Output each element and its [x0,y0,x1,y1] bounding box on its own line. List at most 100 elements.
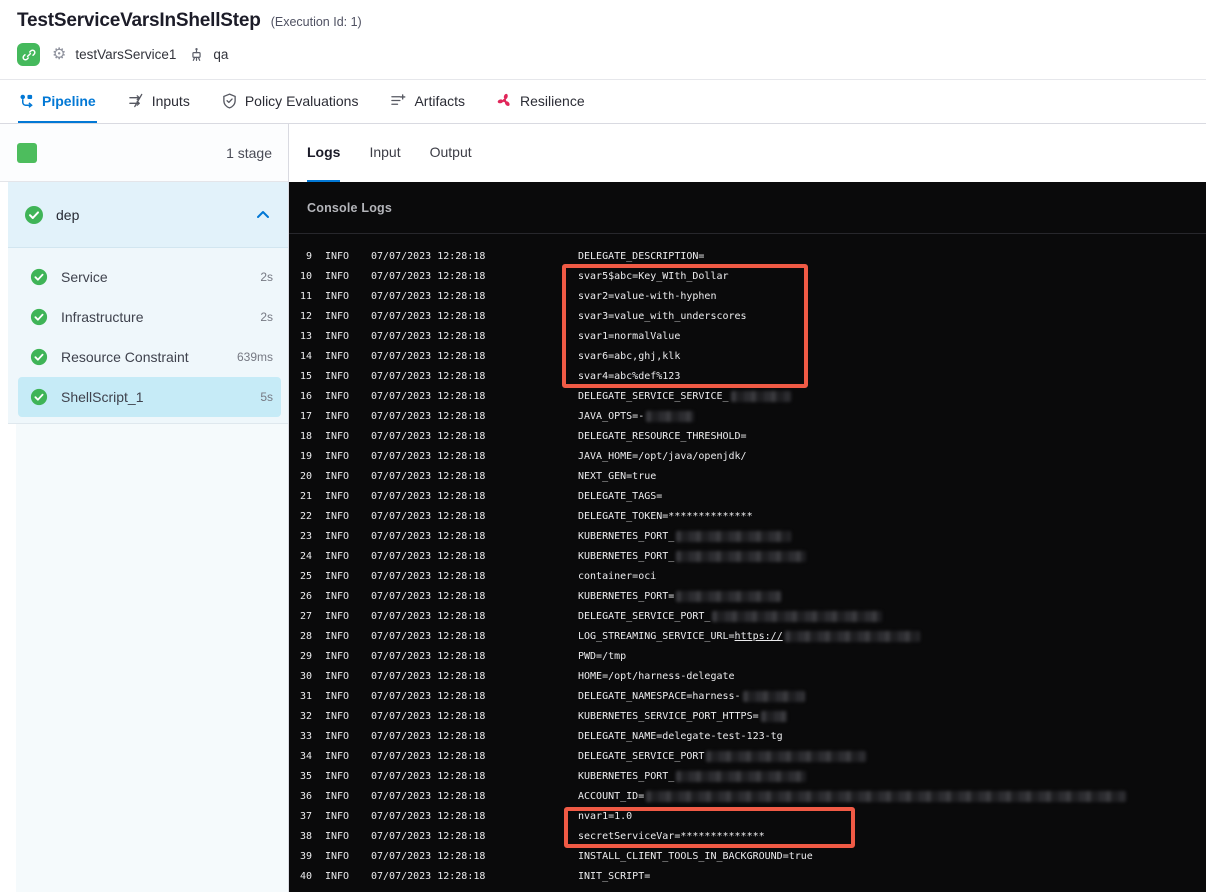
log-level: INFO [325,830,350,842]
log-level: INFO [325,870,350,882]
sidebar-step-item[interactable]: Infrastructure 2s [18,297,281,337]
gear-icon: ⚙ [52,45,67,63]
log-line-number: 38 [299,830,312,842]
environment-name: qa [213,47,229,62]
log-line-number: 28 [299,630,312,642]
success-check-icon [24,205,44,225]
log-timestamp: 07/07/2023 12:28:18 [371,670,486,682]
success-check-icon [30,268,48,286]
tab-pipeline-label: Pipeline [42,92,96,109]
step-name: Service [61,269,108,285]
log-line-number: 11 [299,290,312,302]
log-level: INFO [325,790,350,802]
step-name: Resource Constraint [61,349,189,365]
log-level: INFO [325,310,350,322]
log-timestamp: 07/07/2023 12:28:18 [371,810,486,822]
log-level: INFO [325,670,350,682]
log-line-number: 9 [305,250,312,262]
log-timestamp: 07/07/2023 12:28:18 [371,410,486,422]
log-line-number: 32 [299,710,312,722]
tab-input[interactable]: Input [369,124,400,182]
log-line: 39 INFO 07/07/2023 12:28:18 INSTALL_CLIE… [289,846,1206,866]
chevron-up-icon[interactable] [256,210,270,219]
log-timestamp: 07/07/2023 12:28:18 [371,490,486,502]
console-logs-title: Console Logs [307,200,393,215]
log-level: INFO [325,250,350,262]
step-duration: 639ms [236,350,273,364]
log-timestamp: 07/07/2023 12:28:18 [371,690,486,702]
log-line-number: 31 [299,690,312,702]
tab-inputs[interactable]: Inputs [127,80,191,123]
service-name: testVarsService1 [75,47,177,62]
tab-pipeline[interactable]: Pipeline [18,80,97,123]
log-timestamp: 07/07/2023 12:28:18 [371,470,486,482]
log-line-number: 17 [299,410,312,422]
log-line-number: 19 [299,450,312,462]
log-timestamp: 07/07/2023 12:28:18 [371,790,486,802]
log-level: INFO [325,370,350,382]
log-message: DELEGATE_TAGS= [578,490,663,502]
log-message: KUBERNETES_PORT_ [578,550,807,562]
log-timestamp: 07/07/2023 12:28:18 [371,770,486,782]
log-message: LOG_STREAMING_SERVICE_URL= https:// [578,630,920,642]
log-timestamp: 07/07/2023 12:28:18 [371,350,486,362]
log-message: INIT_SCRIPT= [578,870,651,882]
tab-output[interactable]: Output [430,124,472,182]
log-line-number: 12 [299,310,312,322]
execution-header: TestServiceVarsInShellStep (Execution Id… [0,0,1206,80]
redacted-blur [712,610,883,622]
success-check-icon [30,308,48,326]
log-line: 31 INFO 07/07/2023 12:28:18 DELEGATE_NAM… [289,686,1206,706]
log-line-number: 35 [299,770,312,782]
log-level: INFO [325,550,350,562]
log-timestamp: 07/07/2023 12:28:18 [371,650,486,662]
success-check-icon [30,348,48,366]
log-level: INFO [325,290,350,302]
sidebar-empty-area [16,424,288,892]
stage-group-dep[interactable]: dep [8,182,288,248]
log-line: 9 INFO 07/07/2023 12:28:18 DELEGATE_DESC… [289,246,1206,266]
highlight-box-service-vars [562,264,808,388]
tab-artifacts[interactable]: Artifacts [389,80,466,123]
log-line: 34 INFO 07/07/2023 12:28:18 DELEGATE_SER… [289,746,1206,766]
sidebar-step-item[interactable]: Service 2s [18,257,281,297]
tab-policy-evaluations[interactable]: Policy Evaluations [221,80,360,123]
log-message: KUBERNETES_SERVICE_PORT_HTTPS= [578,710,787,722]
log-line-number: 30 [299,670,312,682]
log-message: HOME=/opt/harness-delegate [578,670,735,682]
log-line: 20 INFO 07/07/2023 12:28:18 NEXT_GEN=tru… [289,466,1206,486]
console-panel[interactable]: Console Logs 9 INFO 07/07/2023 12:28:18 … [289,182,1206,892]
log-timestamp: 07/07/2023 12:28:18 [371,550,486,562]
log-level: INFO [325,510,350,522]
log-timestamp: 07/07/2023 12:28:18 [371,310,486,322]
page-title: TestServiceVarsInShellStep [17,10,261,31]
log-level: INFO [325,330,350,342]
tab-resilience[interactable]: Resilience [496,80,586,123]
stage-count-label: 1 stage [226,144,272,161]
log-level: INFO [325,610,350,622]
log-line-number: 20 [299,470,312,482]
sidebar-step-item[interactable]: ShellScript_1 5s [18,377,281,417]
log-line-number: 10 [299,270,312,282]
pipeline-icon [19,93,34,108]
log-line: 22 INFO 07/07/2023 12:28:18 DELEGATE_TOK… [289,506,1206,526]
log-line: 40 INFO 07/07/2023 12:28:18 INIT_SCRIPT= [289,866,1206,886]
console-logs-header: Console Logs [289,182,1206,234]
step-name: ShellScript_1 [61,389,144,405]
log-level: INFO [325,710,350,722]
step-name: Infrastructure [61,309,144,325]
log-timestamp: 07/07/2023 12:28:18 [371,590,486,602]
log-message: DELEGATE_TOKEN=************** [578,510,753,522]
redacted-blur [760,710,787,722]
log-line-number: 37 [299,810,312,822]
tab-logs[interactable]: Logs [307,124,341,182]
sidebar-step-item[interactable]: Resource Constraint 639ms [18,337,281,377]
log-line-number: 15 [299,370,312,382]
log-line-number: 26 [299,590,312,602]
log-message: DELEGATE_NAME=delegate-test-123-tg [578,730,783,742]
log-line: 23 INFO 07/07/2023 12:28:18 KUBERNETES_P… [289,526,1206,546]
log-level: INFO [325,470,350,482]
service-link-icon [17,43,40,66]
log-link[interactable]: https:// [735,631,783,642]
log-level: INFO [325,850,350,862]
